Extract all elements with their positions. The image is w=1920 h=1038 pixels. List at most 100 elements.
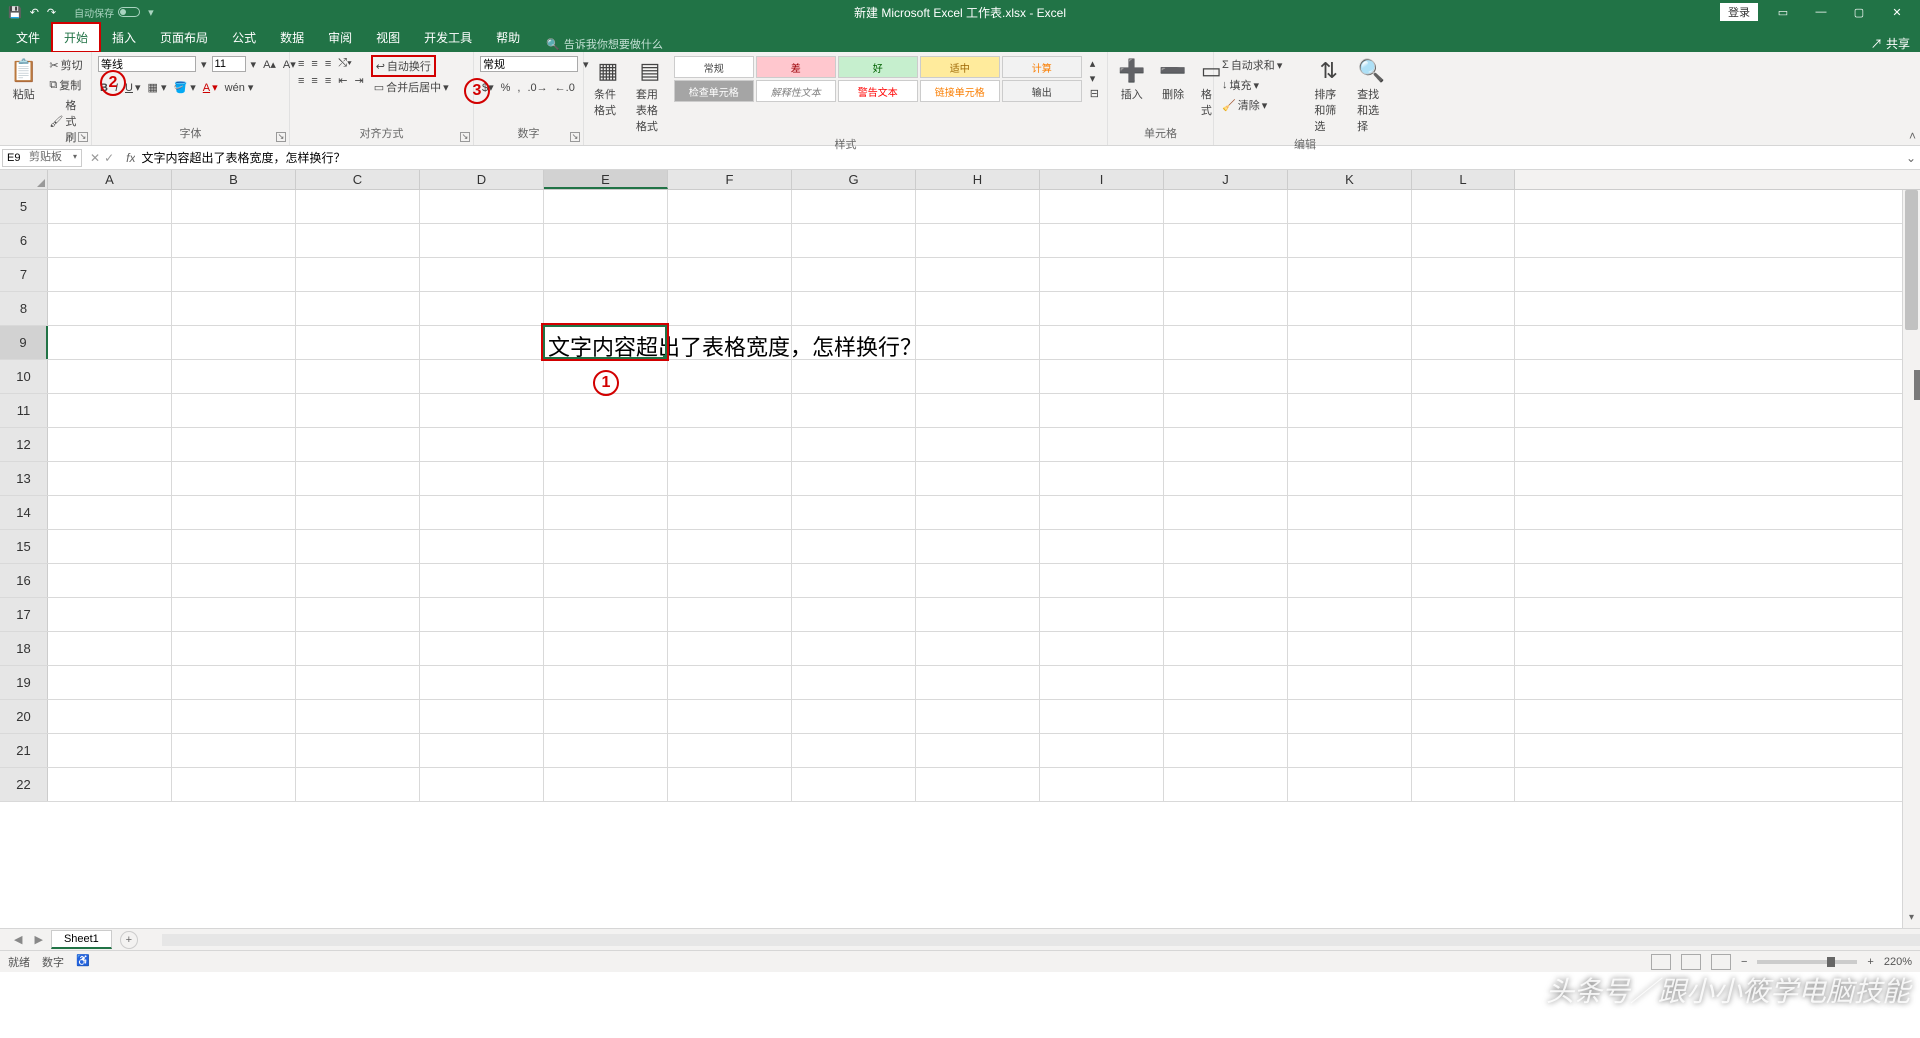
cell-F17[interactable] xyxy=(668,598,792,631)
cell-D13[interactable] xyxy=(420,462,544,495)
cell-G18[interactable] xyxy=(792,632,916,665)
cell-C10[interactable] xyxy=(296,360,420,393)
cell-styles-gallery[interactable]: 常规 差 好 适中 计算 检查单元格 解释性文本 警告文本 链接单元格 输出 xyxy=(674,56,1082,102)
cell-L9[interactable] xyxy=(1412,326,1515,359)
cell-F15[interactable] xyxy=(668,530,792,563)
cell-F20[interactable] xyxy=(668,700,792,733)
cell-I8[interactable] xyxy=(1040,292,1164,325)
cell-G17[interactable] xyxy=(792,598,916,631)
cell-J19[interactable] xyxy=(1164,666,1288,699)
expand-formula-bar-icon[interactable]: ⌄ xyxy=(1902,151,1920,165)
cell-J20[interactable] xyxy=(1164,700,1288,733)
row-header-16[interactable]: 16 xyxy=(0,564,48,597)
style-scroll-up-icon[interactable]: ▴ xyxy=(1088,56,1101,71)
cell-L15[interactable] xyxy=(1412,530,1515,563)
format-as-table-button[interactable]: ▤ 套用 表格格式 xyxy=(632,56,668,136)
sheet-tab-sheet1[interactable]: Sheet1 xyxy=(51,930,112,949)
font-color-button[interactable]: A ▾ xyxy=(201,80,220,95)
cell-I12[interactable] xyxy=(1040,428,1164,461)
cell-A16[interactable] xyxy=(48,564,172,597)
cell-C8[interactable] xyxy=(296,292,420,325)
cell-C16[interactable] xyxy=(296,564,420,597)
font-dialog-launcher[interactable]: ↘ xyxy=(276,132,286,142)
cell-E16[interactable] xyxy=(544,564,668,597)
cell-I16[interactable] xyxy=(1040,564,1164,597)
style-scroll-down-icon[interactable]: ▾ xyxy=(1088,71,1101,86)
cell-J18[interactable] xyxy=(1164,632,1288,665)
column-header-K[interactable]: K xyxy=(1288,170,1412,189)
zoom-slider[interactable] xyxy=(1757,960,1857,964)
merge-center-button[interactable]: ▭合并后居中▾ xyxy=(372,78,451,96)
cell-L22[interactable] xyxy=(1412,768,1515,801)
cell-J15[interactable] xyxy=(1164,530,1288,563)
cell-E21[interactable] xyxy=(544,734,668,767)
paste-button[interactable]: 📋 粘贴 xyxy=(6,56,41,104)
row-header-7[interactable]: 7 xyxy=(0,258,48,291)
cell-A21[interactable] xyxy=(48,734,172,767)
column-header-E[interactable]: E xyxy=(544,170,668,189)
cell-H20[interactable] xyxy=(916,700,1040,733)
style-warn[interactable]: 警告文本 xyxy=(838,80,918,102)
vscroll-thumb[interactable] xyxy=(1905,190,1918,330)
cell-J22[interactable] xyxy=(1164,768,1288,801)
cell-B11[interactable] xyxy=(172,394,296,427)
column-header-J[interactable]: J xyxy=(1164,170,1288,189)
style-link[interactable]: 链接单元格 xyxy=(920,80,1000,102)
row-header-13[interactable]: 13 xyxy=(0,462,48,495)
cell-C9[interactable] xyxy=(296,326,420,359)
fill-button[interactable]: ↓填充▾ xyxy=(1220,76,1261,94)
autosum-button[interactable]: Σ自动求和▾ xyxy=(1220,56,1284,74)
cell-L20[interactable] xyxy=(1412,700,1515,733)
close-icon[interactable]: ✕ xyxy=(1884,6,1910,19)
cell-B10[interactable] xyxy=(172,360,296,393)
fill-color-button[interactable]: 🪣 ▾ xyxy=(171,80,197,95)
style-good[interactable]: 好 xyxy=(838,56,918,78)
tab-review[interactable]: 审阅 xyxy=(316,23,364,52)
collapse-ribbon-icon[interactable]: ˄ xyxy=(1909,129,1916,143)
cell-L21[interactable] xyxy=(1412,734,1515,767)
cell-A19[interactable] xyxy=(48,666,172,699)
align-top-button[interactable]: ≡ xyxy=(296,57,306,71)
cell-K7[interactable] xyxy=(1288,258,1412,291)
cell-C21[interactable] xyxy=(296,734,420,767)
cell-G11[interactable] xyxy=(792,394,916,427)
cell-J21[interactable] xyxy=(1164,734,1288,767)
cell-H11[interactable] xyxy=(916,394,1040,427)
cell-C19[interactable] xyxy=(296,666,420,699)
cell-B13[interactable] xyxy=(172,462,296,495)
cell-A15[interactable] xyxy=(48,530,172,563)
row-header-19[interactable]: 19 xyxy=(0,666,48,699)
cell-K16[interactable] xyxy=(1288,564,1412,597)
cell-K11[interactable] xyxy=(1288,394,1412,427)
wrap-text-button[interactable]: ↩自动换行 xyxy=(372,56,435,76)
cell-I22[interactable] xyxy=(1040,768,1164,801)
cell-I7[interactable] xyxy=(1040,258,1164,291)
cell-B7[interactable] xyxy=(172,258,296,291)
status-accessibility-icon[interactable]: ♿ xyxy=(76,954,90,970)
cell-A9[interactable] xyxy=(48,326,172,359)
view-page-layout-button[interactable] xyxy=(1681,954,1701,970)
cell-K19[interactable] xyxy=(1288,666,1412,699)
cell-E22[interactable] xyxy=(544,768,668,801)
align-left-button[interactable]: ≡ xyxy=(296,74,306,88)
cell-C20[interactable] xyxy=(296,700,420,733)
sheet-nav-prev-icon[interactable]: ◀ xyxy=(10,933,26,946)
cell-D20[interactable] xyxy=(420,700,544,733)
align-bottom-button[interactable]: ≡ xyxy=(323,57,333,71)
cell-G15[interactable] xyxy=(792,530,916,563)
cell-A22[interactable] xyxy=(48,768,172,801)
cell-C14[interactable] xyxy=(296,496,420,529)
cell-J7[interactable] xyxy=(1164,258,1288,291)
share-button[interactable]: ↗ 共享 xyxy=(1871,35,1910,52)
cell-K18[interactable] xyxy=(1288,632,1412,665)
row-header-11[interactable]: 11 xyxy=(0,394,48,427)
cell-L18[interactable] xyxy=(1412,632,1515,665)
cell-D10[interactable] xyxy=(420,360,544,393)
minimize-icon[interactable]: — xyxy=(1808,6,1834,18)
cell-J5[interactable] xyxy=(1164,190,1288,223)
comma-button[interactable]: , xyxy=(515,81,522,95)
style-check[interactable]: 检查单元格 xyxy=(674,80,754,102)
cell-K9[interactable] xyxy=(1288,326,1412,359)
cell-G6[interactable] xyxy=(792,224,916,257)
cell-I5[interactable] xyxy=(1040,190,1164,223)
